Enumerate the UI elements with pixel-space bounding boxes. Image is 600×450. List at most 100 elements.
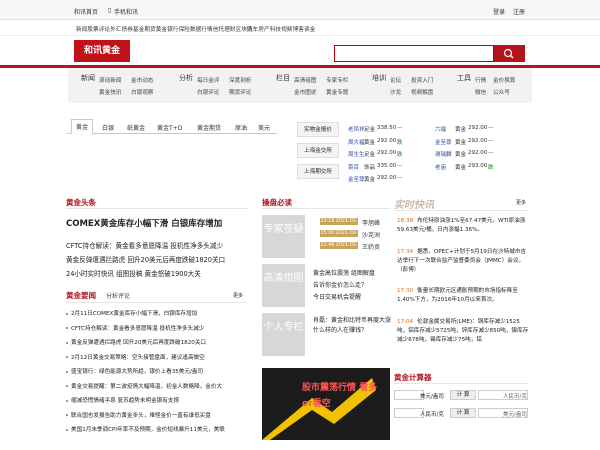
home-link[interactable]: 和讯首页 <box>74 7 98 16</box>
channel-link[interactable]: 基金 <box>133 25 144 33</box>
channel-link[interactable]: 科技 <box>270 25 281 33</box>
tab-crude[interactable]: 原油 <box>235 123 247 132</box>
tile-personal-column[interactable]: 个人专栏 <box>262 313 305 356</box>
nav-link[interactable]: 微信 <box>475 88 486 96</box>
price-cell[interactable]: 周大福 <box>348 138 365 146</box>
news-item[interactable]: 黄金反弹遭遇拦路虎 回升20美元后再度跌破1820关口 <box>66 338 206 346</box>
nav-link[interactable]: 专家专栏 <box>326 76 348 84</box>
news-item[interactable]: 2月11日COMEX黄金库存小幅下滑，白银库存增加 <box>66 309 197 317</box>
tile-gallery[interactable]: 高清组图 <box>262 264 305 307</box>
tile-expert-qa[interactable]: 专家签疑 <box>262 215 305 258</box>
news-item[interactable]: 2月12日黄金交易策略：空头接管盘面，建议逢高做空 <box>66 353 205 361</box>
channel-link[interactable]: 房产 <box>258 25 269 33</box>
market-physical-gold[interactable]: 实物金报价 <box>297 122 339 137</box>
price-cell[interactable]: 老庙 <box>435 163 446 171</box>
gallery-link[interactable]: 告诉你金价怎么走？ <box>313 280 367 289</box>
mobile-link[interactable]: 手机和讯 <box>114 7 138 16</box>
flash-item[interactable]: 17:04 伦敦金属交易所(LME)：铜库存减少1525吨，铝库存减少5725吨，… <box>397 318 529 345</box>
divider <box>66 302 248 303</box>
tab-gold[interactable]: 黄金 <box>71 119 94 134</box>
nav-link[interactable]: 滚动新闻 <box>99 76 121 84</box>
headline-item[interactable]: 黄金反弹遭遇拦路虎 回升20美元后再度跌破1820关口 <box>66 254 225 264</box>
pick-author[interactable]: 王奶贡 <box>362 242 380 251</box>
register-link[interactable]: 注册 <box>513 7 525 16</box>
channel-link[interactable]: 期货 <box>144 25 155 33</box>
flash-item[interactable]: 18:38 布伦特原油涨1%至67.47美元，WTI原油涨59.63美元/桶，日内… <box>397 217 529 235</box>
channel-link[interactable]: 信托 <box>213 25 224 33</box>
price-cell[interactable]: 谢瑞麟 <box>435 150 452 158</box>
price-cell[interactable]: 菜百 <box>348 163 359 171</box>
nav-link[interactable]: 行情 <box>475 76 486 84</box>
calc-button[interactable]: 计 算 <box>450 390 476 400</box>
tab-silver[interactable]: 白银 <box>102 123 114 132</box>
tab-gold-futures[interactable]: 黄金期货 <box>197 123 221 132</box>
nav-link[interactable]: 黄金快讯 <box>99 88 121 96</box>
channel-link[interactable]: 保险 <box>179 25 190 33</box>
login-link[interactable]: 登录 <box>493 7 505 16</box>
news-item[interactable]: 缩减恐慌情绪乎息 复苏趋势未明金银有支撑 <box>66 396 179 404</box>
news-item[interactable]: 联合国也发报告助力黄金多头，难怪金价一直有谁低买盘 <box>66 411 211 419</box>
nav-link[interactable]: 论坛 <box>390 76 401 84</box>
news-item[interactable]: 美国1月未季调CPI年率不及预期，金价短线暴升11美元，美联 <box>66 425 225 433</box>
channel-link[interactable]: 债券 <box>122 25 133 33</box>
gallery-link[interactable]: 今日交易机会提醒 <box>313 292 361 301</box>
nav-link[interactable]: 每日金评 <box>197 76 219 84</box>
channel-link[interactable]: 读金 <box>304 25 315 33</box>
flash-more-link[interactable]: 更多 <box>516 199 526 206</box>
channel-link[interactable]: 博客 <box>293 25 304 33</box>
tab-usd[interactable]: 美元 <box>258 123 270 132</box>
nav-link[interactable]: 投资入门 <box>411 76 433 84</box>
calc-button[interactable]: 计 算 <box>450 408 476 418</box>
news-item[interactable]: 黄金交易提醒：第二波疫情大幅降温，初金人数略降，金价大 <box>66 382 222 390</box>
nav-link[interactable]: 白银观察 <box>131 88 153 96</box>
nav-link[interactable]: 金市动态 <box>131 76 153 84</box>
channel-link[interactable]: 评论 <box>99 25 110 33</box>
channel-link[interactable]: 外汇 <box>110 25 121 33</box>
news-item[interactable]: 盛宝银行：绿色能源大势所趋，银价上看35美元/盎司 <box>66 367 203 375</box>
channel-link[interactable]: 新闻 <box>76 25 87 33</box>
channel-link[interactable]: 黄金 <box>156 25 167 33</box>
news-item[interactable]: CFTC持仓解读：黄金看多意愿降温 投机性净多头减少 <box>66 324 204 332</box>
channel-link[interactable]: 行情 <box>201 25 212 33</box>
search-button[interactable] <box>494 45 525 62</box>
site-logo[interactable]: 和讯黄金 <box>74 40 130 62</box>
channel-link[interactable]: 理财 <box>224 25 235 33</box>
nav-link[interactable]: 视频解盘 <box>411 88 433 96</box>
market-sge[interactable]: 上海金交所 <box>297 143 339 158</box>
news-more-link[interactable]: 更多 <box>233 292 243 299</box>
channel-link[interactable]: 视频 <box>281 25 292 33</box>
pick-author[interactable]: 李旭峰 <box>362 218 380 227</box>
price-cell[interactable]: 金至尊 <box>435 138 452 146</box>
tab-paper-gold[interactable]: 纸黄金 <box>127 123 145 132</box>
market-shfe[interactable]: 上海期交所 <box>297 164 339 179</box>
nav-link[interactable]: 金价换算 <box>493 76 515 84</box>
pick-author[interactable]: 沙克洲 <box>362 230 380 239</box>
nav-link[interactable]: 高清组图 <box>294 76 316 84</box>
price-cell[interactable]: 老凤祥 <box>348 125 365 133</box>
gallery-link[interactable]: 黄金高位震荡 组图解盘 <box>313 268 375 277</box>
nav-link[interactable]: 黄金专题 <box>326 88 348 96</box>
nav-link[interactable]: 深度剖析 <box>229 76 251 84</box>
price-cell[interactable]: 周生生 <box>348 150 365 158</box>
flash-item[interactable]: 17:34 据悉，OPEC+计划于5月19日在沙特城市吉达举行下一次联合监产监督委… <box>397 248 529 275</box>
headline-title[interactable]: COMEX黄金库存小幅下滑 白银库存增加 <box>66 217 222 229</box>
news-subtab[interactable]: 分析评论 <box>106 291 130 300</box>
nav-link[interactable]: 期货评论 <box>229 88 251 96</box>
nav-link[interactable]: 金市图说 <box>294 88 316 96</box>
nav-link[interactable]: 公众号 <box>493 88 510 96</box>
price-cell[interactable]: 金至尊 <box>348 175 365 183</box>
channel-link[interactable]: 数据 <box>190 25 201 33</box>
headline-item[interactable]: 24小时实时快讯 组图投稿 黄金怒破1900大关 <box>66 268 201 278</box>
channel-link[interactable]: 股票 <box>87 25 98 33</box>
nav-link[interactable]: 白银评论 <box>197 88 219 96</box>
channel-link[interactable]: 汽车 <box>247 25 258 33</box>
headline-item[interactable]: CFTC持仓解读：黄金看多意愿降温 投机性净多头减少 <box>66 240 223 250</box>
price-cell[interactable]: 六福 <box>435 125 446 133</box>
column-link[interactable]: 肖磊：黄金和比特币再度大涨 什么样的人在赚钱？ <box>313 316 391 336</box>
search-input[interactable] <box>334 45 494 62</box>
flash-item[interactable]: 17:30 衡量长期欧元区通胀预期的市场指标降至1.40%下方，为2016年10月… <box>397 287 529 305</box>
stock-banner[interactable]: 股市震荡行情 看多or看空 <box>262 368 390 440</box>
nav-link[interactable]: 沙龙 <box>390 88 401 96</box>
channel-link[interactable]: 银行 <box>167 25 178 33</box>
tab-gold-td[interactable]: 黄金T+D <box>157 123 182 132</box>
